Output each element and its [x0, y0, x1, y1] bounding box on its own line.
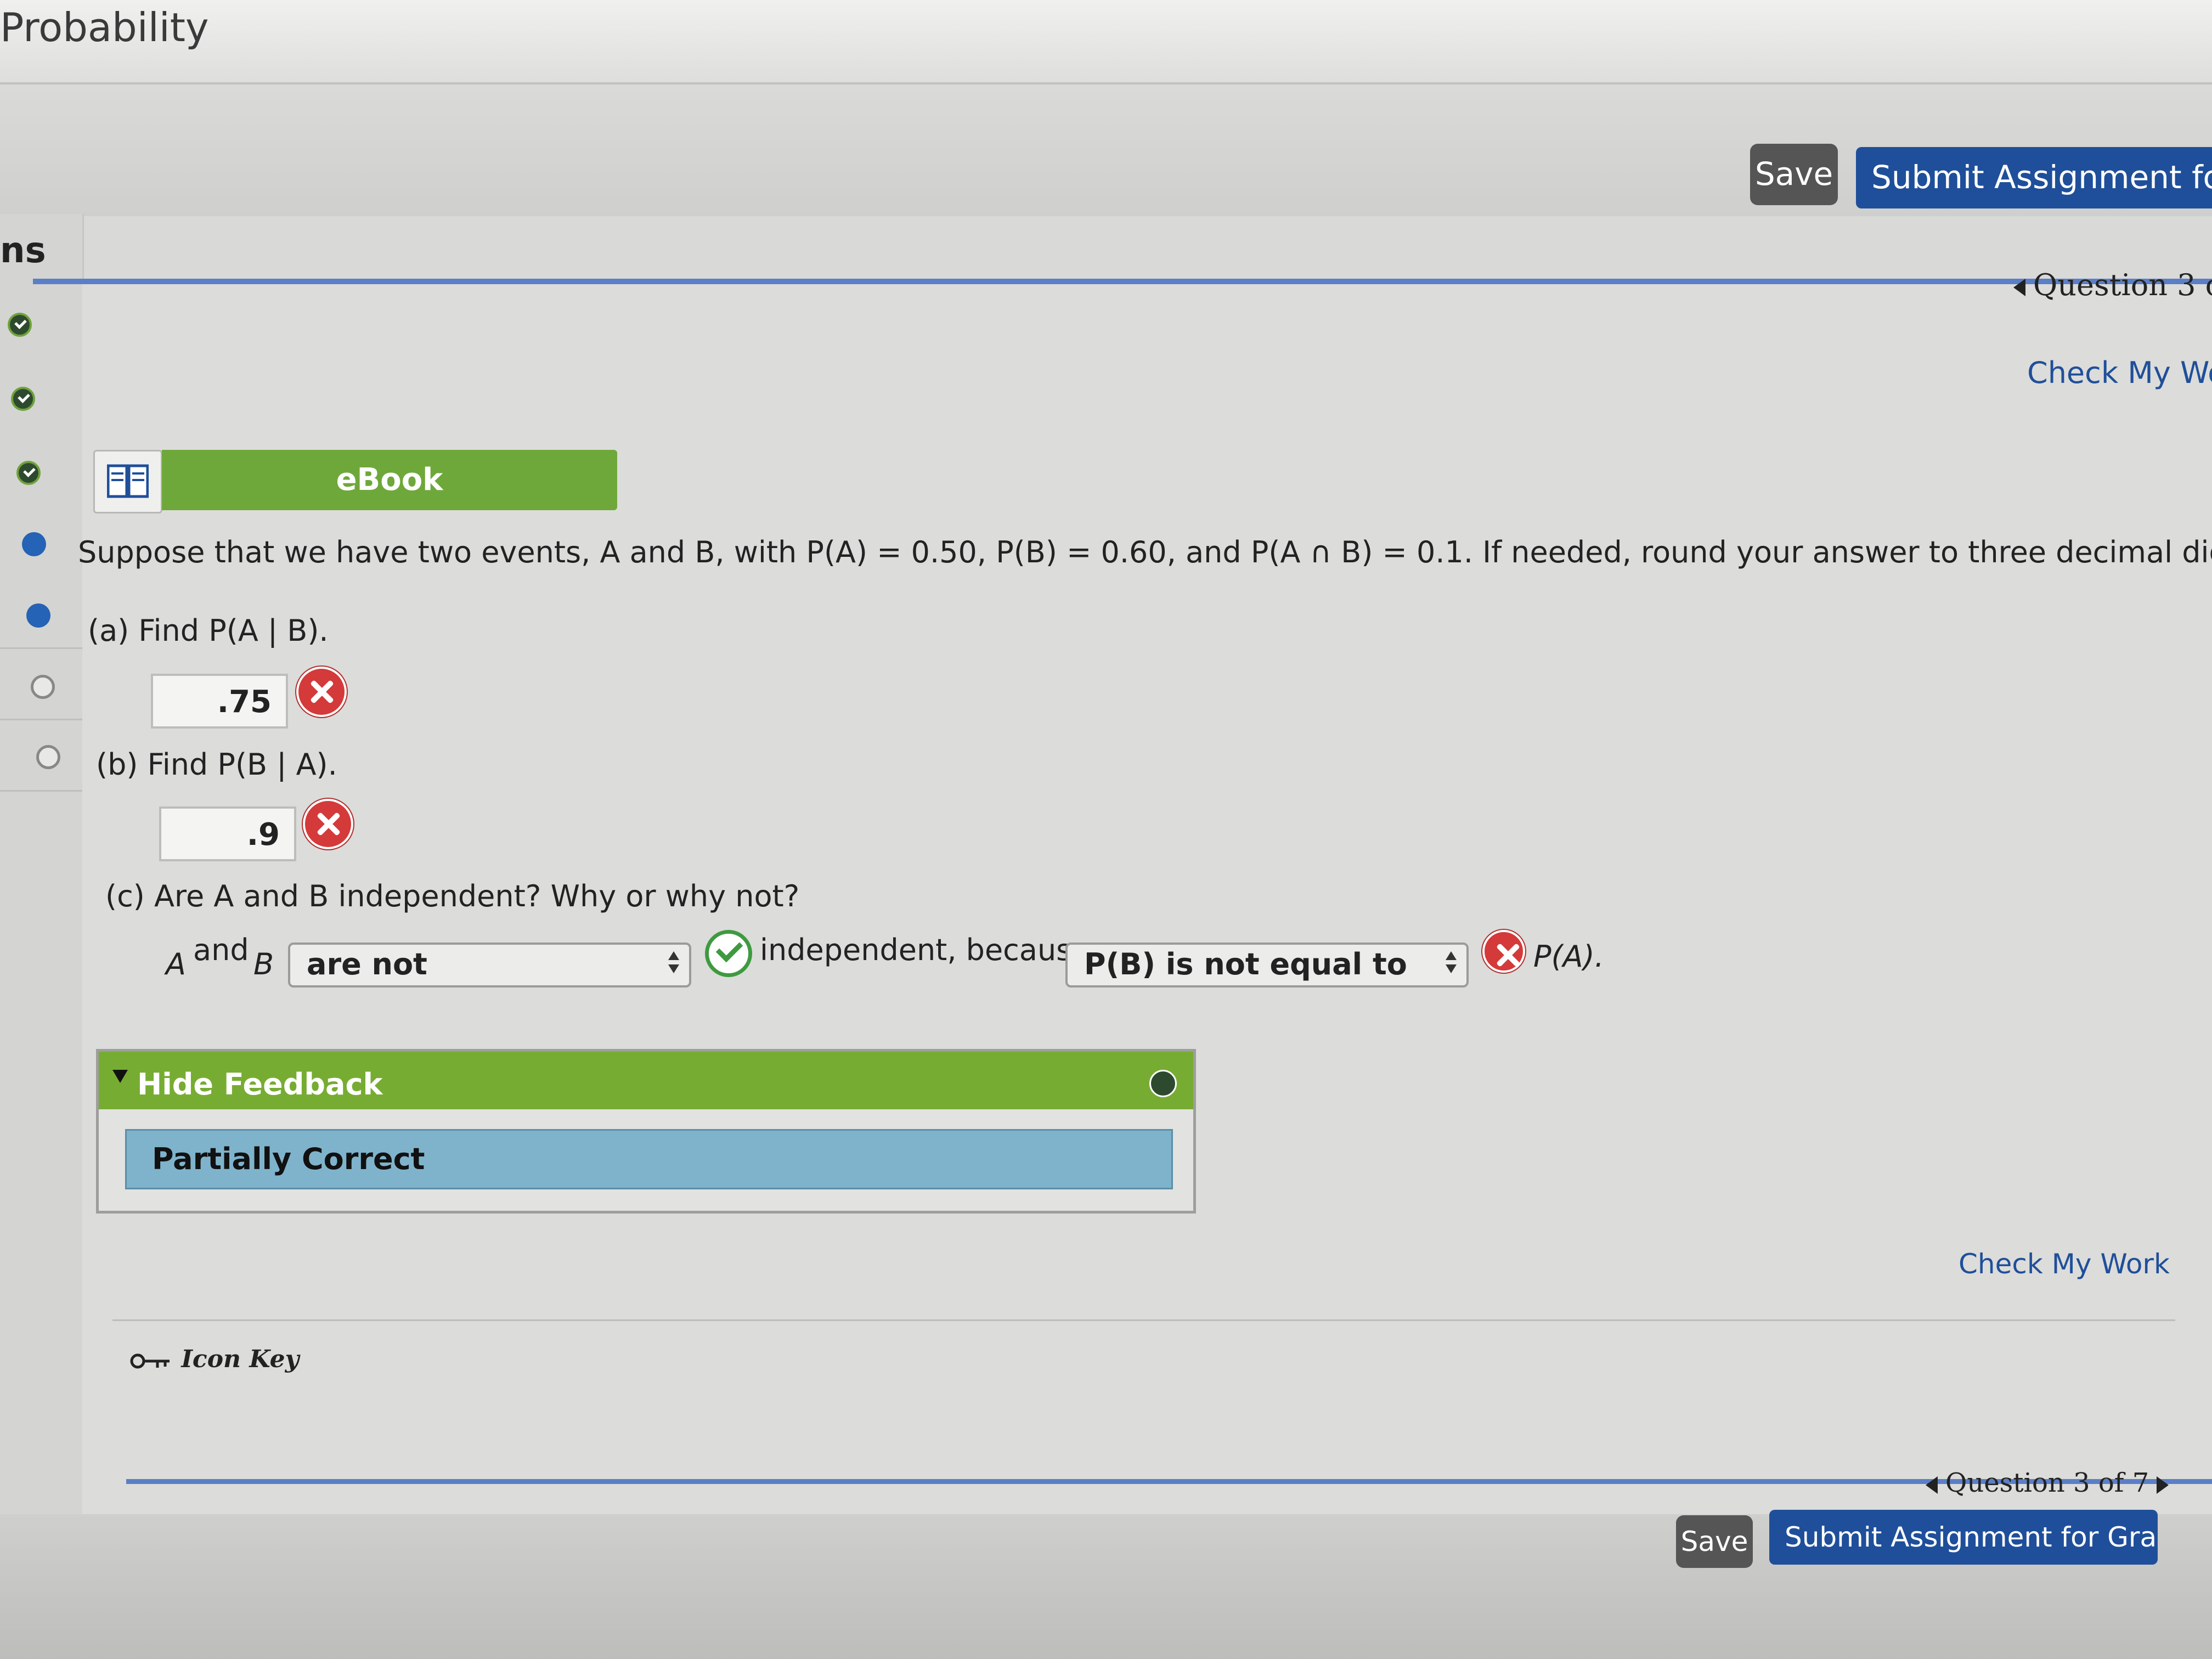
- submit-assignment-button-bottom[interactable]: Submit Assignment for Grading: [1769, 1510, 2158, 1565]
- bottom-blue-divider: [126, 1479, 2212, 1484]
- select-arrows-icon: [1446, 951, 1457, 979]
- independence-select-value: are not: [307, 947, 427, 981]
- incorrect-x-icon: [296, 667, 347, 717]
- question-nav-top[interactable]: Question 3 of: [2013, 268, 2212, 302]
- part-b-answer-input[interactable]: .9: [159, 806, 296, 861]
- submit-assignment-button[interactable]: Submit Assignment for Grad: [1856, 147, 2212, 208]
- save-button-bottom[interactable]: Save: [1676, 1515, 1753, 1568]
- part-c-tail-text: P(A).: [1533, 939, 1604, 974]
- part-c-label-a: A: [166, 947, 186, 981]
- save-button[interactable]: Save: [1750, 144, 1838, 205]
- title-bar: [0, 0, 2212, 82]
- part-c-middle-text: independent, because: [760, 933, 1090, 967]
- collapse-arrow-icon[interactable]: [112, 1070, 128, 1083]
- section-divider: [112, 1319, 2175, 1321]
- hide-feedback-toggle[interactable]: Hide Feedback: [137, 1067, 382, 1102]
- part-a-answer-input[interactable]: .75: [151, 674, 288, 729]
- reason-select[interactable]: P(B) is not equal to: [1065, 943, 1469, 988]
- question-6-status-empty[interactable]: [31, 675, 55, 699]
- problem-statement: Suppose that we have two events, A and B…: [78, 535, 2212, 569]
- question-nav-bottom[interactable]: Question 3 of 7: [1926, 1468, 2169, 1498]
- sidebar-divider: [0, 790, 82, 792]
- page-title: Probability: [0, 4, 209, 50]
- question-nav-top-label: Question 3 of: [2033, 268, 2212, 302]
- sidebar-divider: [0, 719, 82, 720]
- question-5-status-current[interactable]: [26, 603, 50, 628]
- previous-question-icon[interactable]: [2013, 279, 2025, 296]
- part-c-prompt: (c) Are A and B independent? Why or why …: [105, 879, 800, 913]
- icon-key-label: Icon Key: [181, 1345, 300, 1373]
- independence-select[interactable]: are not: [288, 943, 691, 988]
- question-4-status-current[interactable]: [22, 532, 46, 556]
- question-nav-bottom-label: Question 3 of 7: [1945, 1468, 2149, 1498]
- previous-question-icon[interactable]: [1926, 1476, 1938, 1494]
- correct-check-icon: [705, 930, 752, 977]
- incorrect-x-icon: [303, 799, 353, 849]
- incorrect-x-icon: [1482, 930, 1525, 973]
- part-b-prompt: (b) Find P(B | A).: [96, 747, 337, 782]
- next-question-icon[interactable]: [2157, 1476, 2169, 1494]
- question-1-status-complete[interactable]: [8, 313, 32, 337]
- key-icon: [130, 1353, 170, 1368]
- sidebar-divider: [0, 647, 82, 649]
- sidebar-heading: ns: [0, 230, 46, 271]
- feedback-status: Partially Correct: [125, 1129, 1173, 1189]
- question-list-sidebar: [0, 214, 84, 1564]
- feedback-edit-icon: [1149, 1070, 1177, 1097]
- select-arrows-icon: [668, 951, 679, 979]
- check-my-work-link-top[interactable]: Check My Wor: [2027, 356, 2212, 390]
- part-c-label-and: and: [193, 933, 249, 967]
- ebook-button[interactable]: eBook: [162, 450, 617, 510]
- question-3-status-complete[interactable]: [16, 461, 41, 485]
- top-blue-divider: [33, 279, 2212, 284]
- question-2-status-complete[interactable]: [11, 387, 35, 411]
- icon-key-link[interactable]: Icon Key: [129, 1345, 299, 1373]
- check-my-work-link-bottom[interactable]: Check My Work: [1959, 1248, 2170, 1280]
- part-a-prompt: (a) Find P(A | B).: [88, 613, 329, 648]
- question-7-status-empty[interactable]: [36, 745, 60, 769]
- ebook-book-icon[interactable]: [93, 450, 162, 514]
- reason-select-value: P(B) is not equal to: [1084, 947, 1407, 981]
- part-c-label-b: B: [253, 947, 274, 981]
